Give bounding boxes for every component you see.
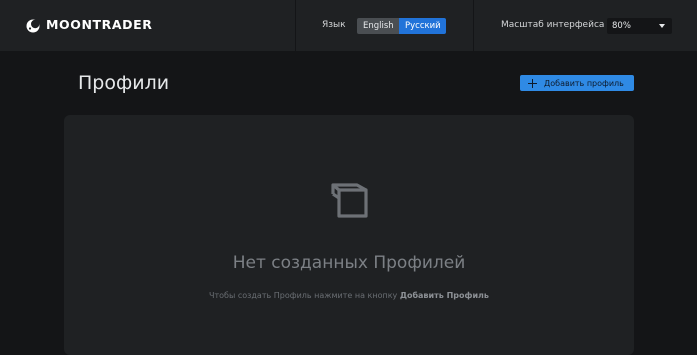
empty-state-hint: Чтобы создать Профиль нажмите на кнопку … [64,291,634,300]
empty-state-hint-text: Чтобы создать Профиль нажмите на кнопку [209,291,400,300]
scale-label: Масштаб интерфейса [501,20,605,30]
add-profile-button-label: Добавить профиль [544,78,624,88]
language-switcher: English Русский [357,18,446,34]
empty-state-title: Нет созданных Профилей [232,253,466,273]
profiles-panel: Нет созданных Профилей Чтобы создать Про… [64,115,634,355]
header-divider [295,0,296,52]
add-profile-button[interactable]: Добавить профиль [520,75,634,91]
empty-state-hint-action: Добавить Профиль [399,291,489,300]
moontrader-logo-icon [26,18,40,32]
caret-down-icon [659,24,665,28]
scale-select[interactable]: 80% [607,18,672,34]
logo[interactable]: MOONTRADER [26,17,153,32]
header-divider [473,0,474,52]
plus-icon [528,78,537,88]
logo-text: MOONTRADER [46,17,153,32]
page-title: Профили [78,72,170,94]
language-label: Язык [322,20,346,30]
top-bar: MOONTRADER Язык English Русский Масштаб … [0,0,697,52]
language-option-russian[interactable]: Русский [399,18,446,34]
cube-icon [331,183,368,218]
scale-value: 80% [612,21,631,31]
language-option-english[interactable]: English [357,18,399,34]
